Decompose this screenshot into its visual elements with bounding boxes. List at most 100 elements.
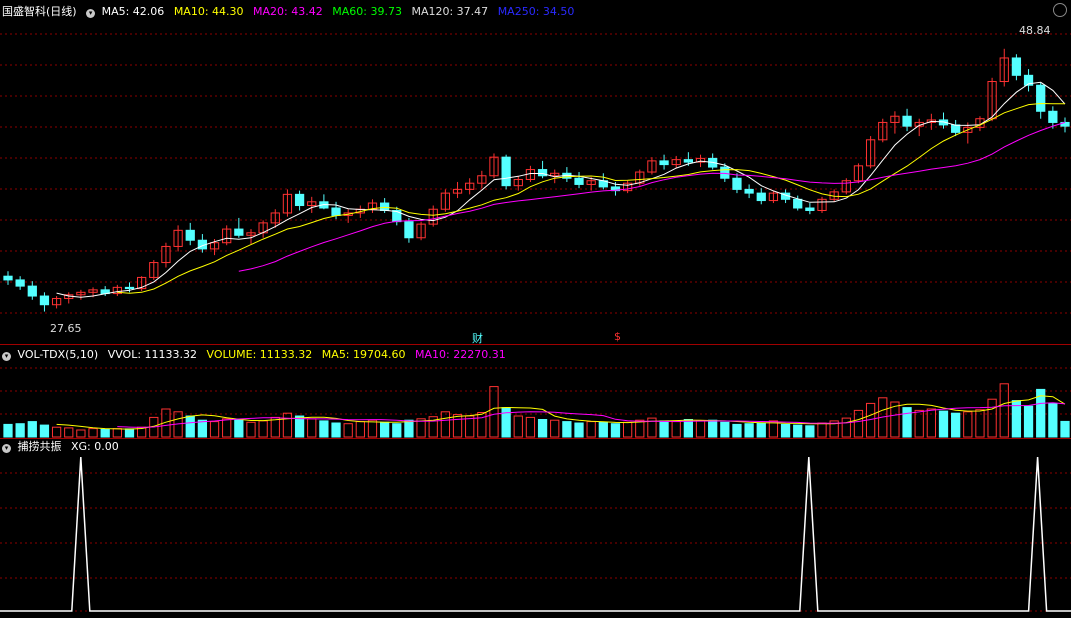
volume-legend: ▾ VOL-TDX(5,10) VVOL: 11133.32 VOLUME: 1… [2, 348, 512, 361]
candle-body [902, 115, 912, 127]
dropdown-icon[interactable]: ▾ [2, 444, 11, 453]
indicator-title[interactable]: 捕捞共振 [18, 440, 62, 453]
volume-bar [452, 414, 463, 438]
dropdown-icon[interactable]: ▾ [2, 352, 11, 361]
ma5-label: MA5: 42.06 [101, 5, 165, 18]
ma250-label: MA250: 34.50 [497, 5, 575, 18]
volume-bar [234, 419, 244, 438]
price-legend: 国盛智科(日线) ▾ MA5: 42.06 MA10: 44.30 MA20: … [2, 5, 580, 18]
volume-title[interactable]: VOL-TDX(5,10) [18, 348, 99, 361]
volume-bar [197, 419, 208, 438]
price-panel[interactable]: 国盛智科(日线) ▾ MA5: 42.06 MA10: 44.30 MA20: … [0, 0, 1071, 345]
volume-bar [756, 422, 766, 438]
candle-body [951, 124, 961, 133]
candle-body [756, 192, 766, 202]
candle-body [404, 221, 414, 239]
volume-bar [209, 421, 220, 438]
volume-bar [513, 415, 523, 438]
candle-body [793, 198, 803, 209]
volume-bar [574, 422, 584, 438]
volume-bar [793, 424, 803, 438]
event-marker[interactable]: $ [614, 330, 621, 343]
volume-bar [683, 419, 693, 438]
vvol-label: VVOL: 11133.32 [107, 348, 198, 361]
ma10-line [117, 102, 1066, 294]
volume-bar [987, 398, 997, 438]
volume-bar [15, 423, 25, 438]
volume-bar [404, 419, 414, 438]
vol-ma10-label: MA10: 22270.31 [415, 348, 506, 361]
volume-bar [392, 423, 402, 438]
volume-bar [76, 429, 86, 438]
candle-body [574, 177, 584, 185]
volume-bar [355, 421, 365, 438]
volume-bar [282, 412, 293, 438]
volume-bar [258, 420, 268, 438]
ma20-label: MA20: 43.42 [253, 5, 323, 18]
volume-bar [817, 422, 827, 438]
indicator-legend: ▾ 捕捞共振 XG: 0.00 [2, 440, 125, 453]
volume-bar [246, 421, 256, 438]
candle-body [380, 202, 390, 211]
stock-title[interactable]: 国盛智科(日线) [2, 5, 77, 18]
volume-bar [367, 419, 378, 438]
volume-bar [100, 428, 110, 438]
volume-bar [124, 428, 135, 438]
volume-bar [331, 422, 341, 438]
volume-bar [319, 420, 329, 438]
candle-body [331, 207, 341, 216]
candle-body [15, 279, 25, 287]
ma60-label: MA60: 39.73 [332, 5, 402, 18]
volume-bar [999, 383, 1009, 438]
volume-bar [622, 421, 633, 438]
volume-bar [963, 411, 973, 438]
vol-ma5-label: MA5: 19704.60 [321, 348, 406, 361]
candle-body [659, 160, 669, 166]
volume-panel[interactable]: ▾ VOL-TDX(5,10) VVOL: 11133.32 VOLUME: 1… [0, 345, 1071, 438]
ma5-line [56, 81, 1066, 298]
volume-bar [380, 421, 390, 438]
volume-bar [51, 426, 62, 438]
candle-body [732, 177, 742, 190]
indicator-panel[interactable]: ▾ 捕捞共振 XG: 0.00 [0, 439, 1071, 618]
volume-bar [550, 419, 560, 438]
volume-bar [489, 386, 499, 438]
volume-bar [610, 423, 621, 438]
volume-bar [501, 407, 511, 438]
candle-body [1048, 110, 1058, 123]
candle-body [1036, 84, 1046, 112]
volume-bar [586, 421, 596, 438]
ma10-label: MA10: 44.30 [173, 5, 244, 18]
volume-bar [805, 425, 815, 438]
panel-settings-icon[interactable] [1053, 3, 1067, 17]
ma120-label: MA120: 37.47 [411, 5, 489, 18]
volume-bar [841, 417, 851, 438]
volume-bar [525, 416, 536, 438]
volume-bar [926, 408, 936, 438]
candle-body [720, 166, 730, 179]
volume-bar [635, 419, 645, 438]
candle-body [537, 169, 548, 177]
volume-bar [598, 421, 608, 438]
volume-bar [902, 407, 912, 438]
volume-bar [343, 423, 353, 438]
xg-label: XG: 0.00 [71, 440, 119, 453]
volume-bar [440, 411, 451, 438]
volume-bar [708, 419, 718, 438]
dropdown-icon[interactable]: ▾ [86, 9, 96, 18]
candle-body [294, 193, 305, 207]
volume-bar [732, 423, 742, 438]
volume-bar [695, 420, 706, 438]
volume-bar [1023, 405, 1034, 438]
volume-bar [185, 415, 195, 438]
volume-bar [3, 423, 13, 438]
volume-bar [222, 418, 232, 438]
candle-body [3, 275, 13, 281]
xg-signal-line [0, 456, 1071, 612]
volume-bar [720, 421, 730, 438]
indicator-chart[interactable] [0, 439, 1071, 618]
candle-body [1011, 57, 1022, 76]
volume-bar [1060, 420, 1070, 438]
candlestick-chart[interactable] [0, 0, 1071, 344]
low-price-label: 27.65 [50, 322, 82, 335]
